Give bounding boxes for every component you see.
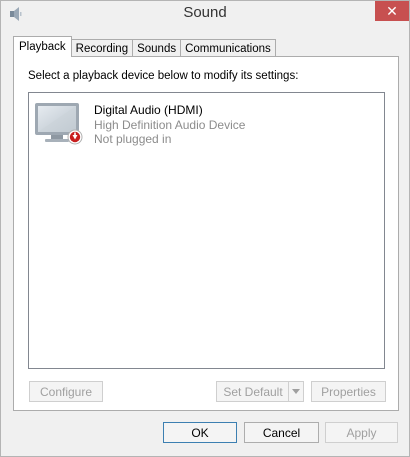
device-name: Digital Audio (HDMI) — [94, 103, 203, 117]
tab-playback[interactable]: Playback — [13, 36, 72, 57]
tab-label: Recording — [75, 42, 129, 55]
list-item[interactable]: Digital Audio (HDMI) High Definition Aud… — [31, 95, 331, 151]
device-description: High Definition Audio Device — [94, 118, 246, 132]
window-title: Sound — [183, 4, 227, 21]
sound-dialog: Sound ✕ Playback Recording Sounds Commun… — [0, 0, 410, 457]
set-default-button[interactable]: Set Default — [216, 381, 289, 402]
set-default-dropdown-button[interactable] — [288, 381, 304, 402]
cancel-button[interactable]: Cancel — [244, 422, 319, 443]
configure-button[interactable]: Configure — [29, 381, 103, 402]
tab-communications[interactable]: Communications — [180, 39, 276, 57]
title-bar[interactable]: Sound ✕ — [1, 1, 409, 28]
tab-label: Playback — [19, 41, 66, 53]
hdmi-monitor-icon — [35, 103, 83, 145]
chevron-down-icon — [292, 389, 300, 394]
close-icon: ✕ — [386, 2, 398, 19]
close-button[interactable]: ✕ — [375, 1, 409, 21]
apply-button[interactable]: Apply — [325, 422, 398, 443]
instruction-text: Select a playback device below to modify… — [28, 70, 299, 82]
tab-strip: Playback Recording Sounds Communications — [13, 36, 276, 57]
speaker-app-icon — [10, 7, 22, 21]
playback-panel: Select a playback device below to modify… — [13, 56, 399, 411]
device-list[interactable]: Digital Audio (HDMI) High Definition Aud… — [28, 92, 385, 369]
tab-label: Sounds — [137, 42, 177, 55]
tab-recording[interactable]: Recording — [70, 39, 134, 57]
device-status: Not plugged in — [94, 132, 172, 146]
properties-button[interactable]: Properties — [311, 381, 386, 402]
tab-sounds[interactable]: Sounds — [132, 39, 182, 57]
ok-button[interactable]: OK — [163, 422, 237, 443]
tab-label: Communications — [185, 42, 271, 55]
